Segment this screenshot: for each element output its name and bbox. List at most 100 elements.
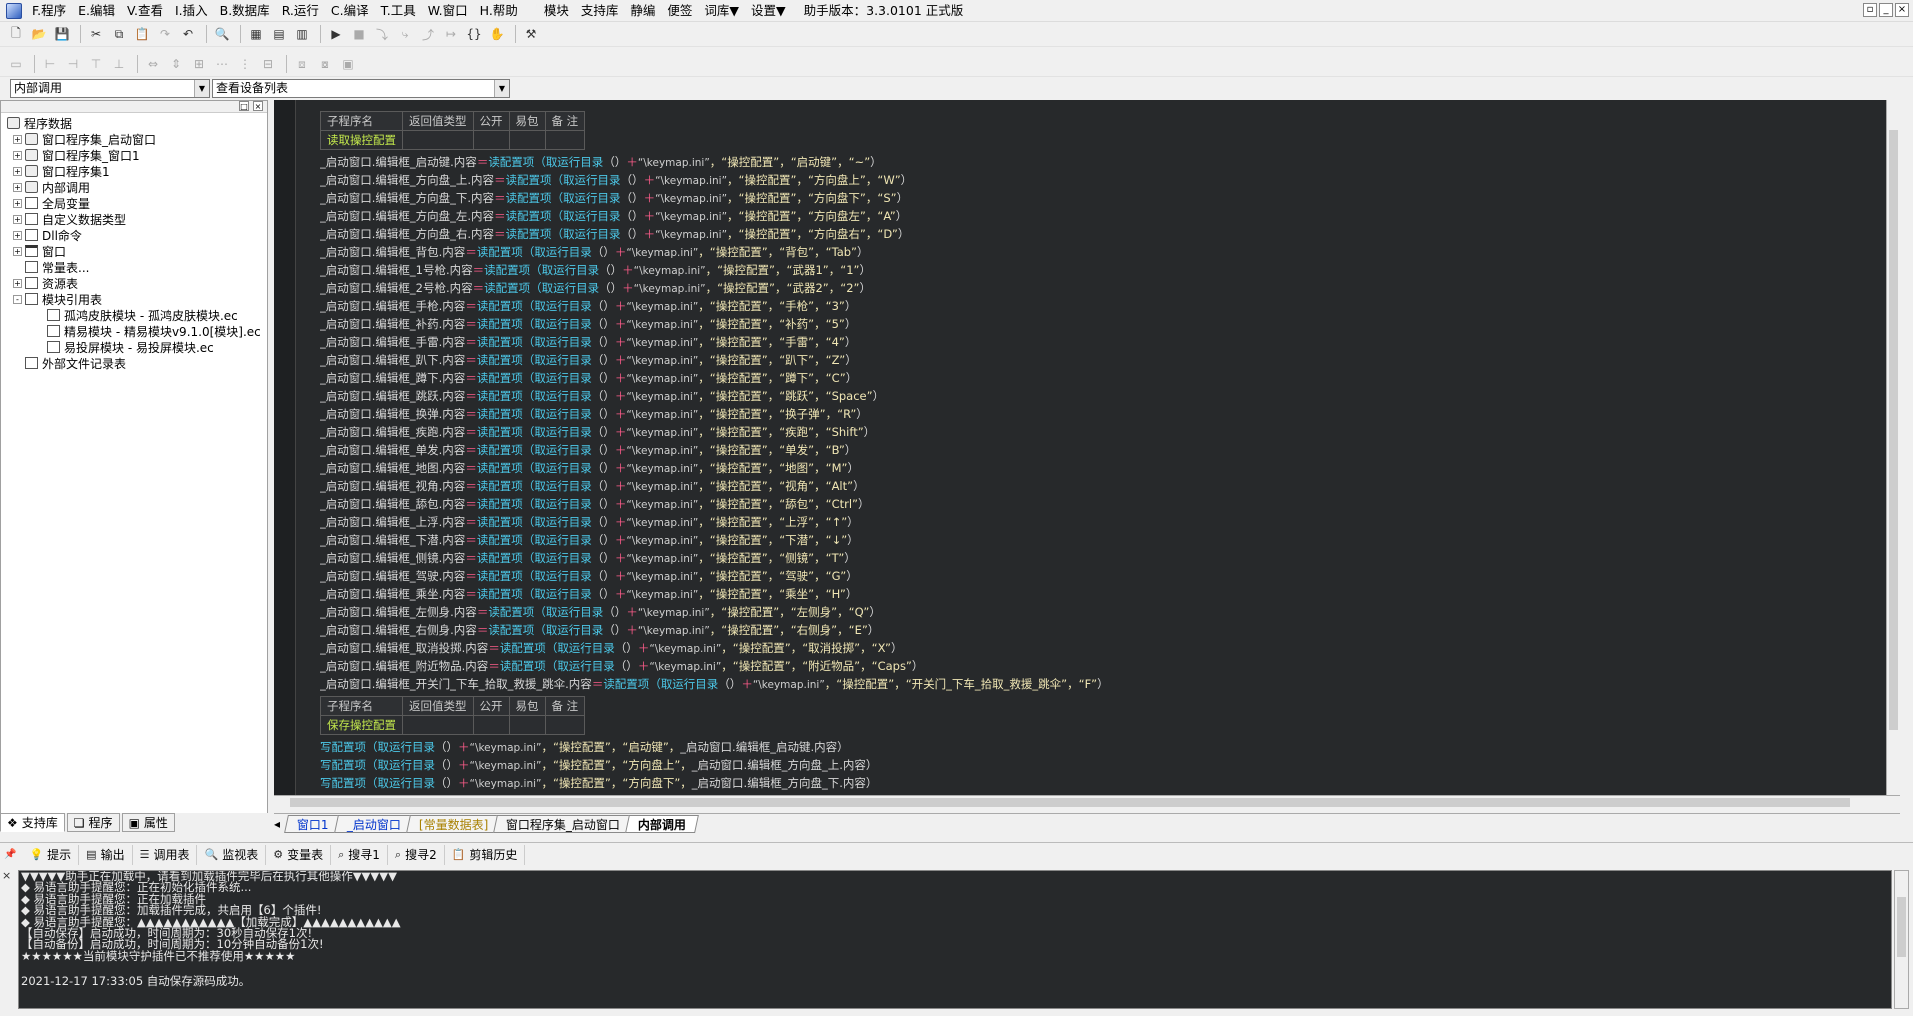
tree-item[interactable]: + 窗口程序集_启动窗口: [1, 131, 265, 147]
send-back-icon[interactable]: ⧇: [315, 54, 335, 74]
v-space-icon[interactable]: ⋮: [235, 54, 255, 74]
tree-item[interactable]: 孤鸿皮肤模块 - 孤鸿皮肤模块.ec: [1, 307, 265, 323]
expand-icon[interactable]: -: [13, 294, 22, 304]
bring-front-icon[interactable]: ⧈: [292, 54, 312, 74]
code-line[interactable]: _启动窗口.编辑框_右侧身.内容＝读配置项（取运行目录（）＋“\keymap.i…: [320, 621, 1860, 639]
braces-icon[interactable]: {}: [464, 24, 484, 44]
tree-item[interactable]: + Dll命令: [1, 227, 265, 243]
tree-item[interactable]: 精易模块 - 精易模块v9.1.0[模块].ec: [1, 323, 265, 339]
step-out-icon[interactable]: ⤴: [418, 24, 438, 44]
save-icon[interactable]: 💾: [52, 24, 72, 44]
menu-item[interactable]: W.窗口: [422, 3, 474, 18]
code-line[interactable]: 写配置项（取运行目录（）＋“\keymap.ini”，“操控配置”，“启动键”，…: [320, 738, 1860, 756]
code-line[interactable]: _启动窗口.编辑框_补药.内容＝读配置项（取运行目录（）＋“\keymap.in…: [320, 315, 1860, 333]
chevron-down-icon[interactable]: ▼: [194, 80, 209, 97]
same-width-icon[interactable]: ⇔: [143, 54, 163, 74]
code-line[interactable]: _启动窗口.编辑框_乘坐.内容＝读配置项（取运行目录（）＋“\keymap.in…: [320, 585, 1860, 603]
tab-support-library[interactable]: ❖ 支持库: [0, 813, 65, 832]
code-line[interactable]: _启动窗口.编辑框_手枪.内容＝读配置项（取运行目录（）＋“\keymap.in…: [320, 297, 1860, 315]
code-line[interactable]: _启动窗口.编辑框_上浮.内容＝读配置项（取运行目录（）＋“\keymap.in…: [320, 513, 1860, 531]
code-line[interactable]: _启动窗口.编辑框_启动键.内容＝读配置项（取运行目录（）＋“\keymap.i…: [320, 153, 1860, 171]
tree-item[interactable]: 外部文件记录表: [1, 355, 265, 371]
code-line[interactable]: _启动窗口.编辑框_方向盘_下.内容＝读配置项（取运行目录（）＋“\keymap…: [320, 189, 1860, 207]
run-to-cursor-icon[interactable]: ↦: [441, 24, 461, 44]
code-line[interactable]: _启动窗口.编辑框_下潜.内容＝读配置项（取运行目录（）＋“\keymap.in…: [320, 531, 1860, 549]
code-line[interactable]: _启动窗口.编辑框_左侧身.内容＝读配置项（取运行目录（）＋“\keymap.i…: [320, 603, 1860, 621]
horizontal-scrollbar[interactable]: [274, 795, 1900, 809]
output-text[interactable]: ▼▼▼▼▼助手正在加载中，请看到加载插件完毕后在执行其他操作▼▼▼▼▼ ◆ 易语言…: [18, 870, 1892, 1009]
same-height-icon[interactable]: ⇕: [166, 54, 186, 74]
pin-icon[interactable]: 📌: [4, 849, 16, 860]
align-left-icon[interactable]: ⊢: [40, 54, 60, 74]
chevron-down-icon[interactable]: ▼: [494, 80, 509, 97]
menu-item[interactable]: C.编译: [325, 3, 375, 18]
menu-item-extra[interactable]: 便签: [661, 3, 698, 18]
pin-icon[interactable]: □: [239, 101, 249, 111]
tree-item[interactable]: + 自定义数据类型: [1, 211, 265, 227]
code-line[interactable]: _启动窗口.编辑框_手雷.内容＝读配置项（取运行目录（）＋“\keymap.in…: [320, 333, 1860, 351]
expand-icon[interactable]: +: [13, 150, 22, 160]
code-line[interactable]: _启动窗口.编辑框_驾驶.内容＝读配置项（取运行目录（）＋“\keymap.in…: [320, 567, 1860, 585]
subroutine-select[interactable]: 查看设备列表 ▼: [212, 79, 510, 98]
copy-icon[interactable]: ⧉: [109, 24, 129, 44]
menu-item[interactable]: V.查看: [121, 3, 169, 18]
code-line[interactable]: _启动窗口.编辑框_开关门_下车_拾取_救援_跳伞.内容＝读配置项（取运行目录（…: [320, 675, 1860, 693]
code-line[interactable]: _启动窗口.编辑框_疾跑.内容＝读配置项（取运行目录（）＋“\keymap.in…: [320, 423, 1860, 441]
bottom-tab[interactable]: ⌕ 搜寻2: [388, 844, 445, 865]
tree-item[interactable]: + 内部调用: [1, 179, 265, 195]
tab-program[interactable]: ❏ 程序: [66, 813, 120, 832]
code-line[interactable]: _启动窗口.编辑框_地图.内容＝读配置项（取运行目录（）＋“\keymap.in…: [320, 459, 1860, 477]
expand-icon[interactable]: +: [13, 246, 22, 256]
code-line[interactable]: _启动窗口.编辑框_蹲下.内容＝读配置项（取运行目录（）＋“\keymap.in…: [320, 369, 1860, 387]
helper-icon[interactable]: ⚒: [521, 24, 541, 44]
tree-item[interactable]: + 窗口程序集_窗口1: [1, 147, 265, 163]
code-line[interactable]: _启动窗口.编辑框_单发.内容＝读配置项（取运行目录（）＋“\keymap.in…: [320, 441, 1860, 459]
align-top-icon[interactable]: ⊤: [86, 54, 106, 74]
bottom-tab[interactable]: ⌕ 搜寻1: [331, 844, 388, 865]
bottom-tab[interactable]: ▤ 输出: [79, 844, 133, 865]
tree-item[interactable]: + 资源表: [1, 275, 265, 291]
tab-scroll-icon[interactable]: ◂: [274, 817, 280, 831]
undo-icon[interactable]: ↶: [178, 24, 198, 44]
menu-item-extra[interactable]: 支持库: [575, 3, 625, 18]
subroutine-name[interactable]: 读取操控配置: [320, 130, 403, 150]
tree-item[interactable]: - 模块引用表: [1, 291, 265, 307]
menu-item[interactable]: F.程序: [26, 3, 72, 18]
editor-tab[interactable]: 窗口1: [284, 815, 342, 833]
menu-item[interactable]: B.数据库: [214, 3, 276, 18]
expand-icon[interactable]: +: [13, 278, 22, 288]
expand-icon[interactable]: +: [13, 214, 22, 224]
step-over-icon[interactable]: ⤷: [395, 24, 415, 44]
editor-tab[interactable]: 内部调用: [625, 815, 700, 833]
lock-icon[interactable]: ▣: [338, 54, 358, 74]
same-size-icon[interactable]: ⊞: [189, 54, 209, 74]
bottom-tab[interactable]: 💡 提示: [22, 844, 80, 865]
h-space-icon[interactable]: ⋯: [212, 54, 232, 74]
expand-icon[interactable]: +: [13, 230, 22, 240]
expand-icon[interactable]: +: [13, 198, 22, 208]
tree-item[interactable]: + 全局变量: [1, 195, 265, 211]
menu-item-extra[interactable]: 词库▼: [698, 3, 745, 18]
code-line[interactable]: _启动窗口.编辑框_跳跃.内容＝读配置项（取运行目录（）＋“\keymap.in…: [320, 387, 1860, 405]
align-center-icon[interactable]: ⊣: [63, 54, 83, 74]
editor-tab[interactable]: 窗口程序集_启动窗口: [493, 815, 633, 833]
assembly-select[interactable]: 内部调用 ▼: [10, 79, 210, 98]
bottom-tab[interactable]: ☰ 调用表: [133, 844, 198, 865]
layout1-icon[interactable]: ▦: [246, 24, 266, 44]
code-line[interactable]: _启动窗口.编辑框_趴下.内容＝读配置项（取运行目录（）＋“\keymap.in…: [320, 351, 1860, 369]
tree-root[interactable]: 程序数据: [1, 115, 265, 131]
code-line[interactable]: _启动窗口.编辑框_方向盘_左.内容＝读配置项（取运行目录（）＋“\keymap…: [320, 207, 1860, 225]
align-bottom-icon[interactable]: ⊥: [109, 54, 129, 74]
menu-item[interactable]: H.帮助: [474, 3, 524, 18]
menu-item-extra[interactable]: 静编: [624, 3, 661, 18]
paste-icon[interactable]: 📋: [132, 24, 152, 44]
editor-tab[interactable]: _启动窗口: [333, 815, 414, 833]
layout3-icon[interactable]: ▥: [292, 24, 312, 44]
tree-item[interactable]: 易投屏模块 - 易投屏模块.ec: [1, 339, 265, 355]
new-file-icon[interactable]: 🗋: [6, 24, 26, 44]
tab-properties[interactable]: ▣ 属性: [121, 813, 175, 832]
bottom-tab[interactable]: 🔍 监视表: [197, 844, 267, 865]
code-line[interactable]: _启动窗口.编辑框_方向盘_上.内容＝读配置项（取运行目录（）＋“\keymap…: [320, 171, 1860, 189]
code-line[interactable]: _启动窗口.编辑框_视角.内容＝读配置项（取运行目录（）＋“\keymap.in…: [320, 477, 1860, 495]
menu-item[interactable]: I.插入: [169, 3, 214, 18]
